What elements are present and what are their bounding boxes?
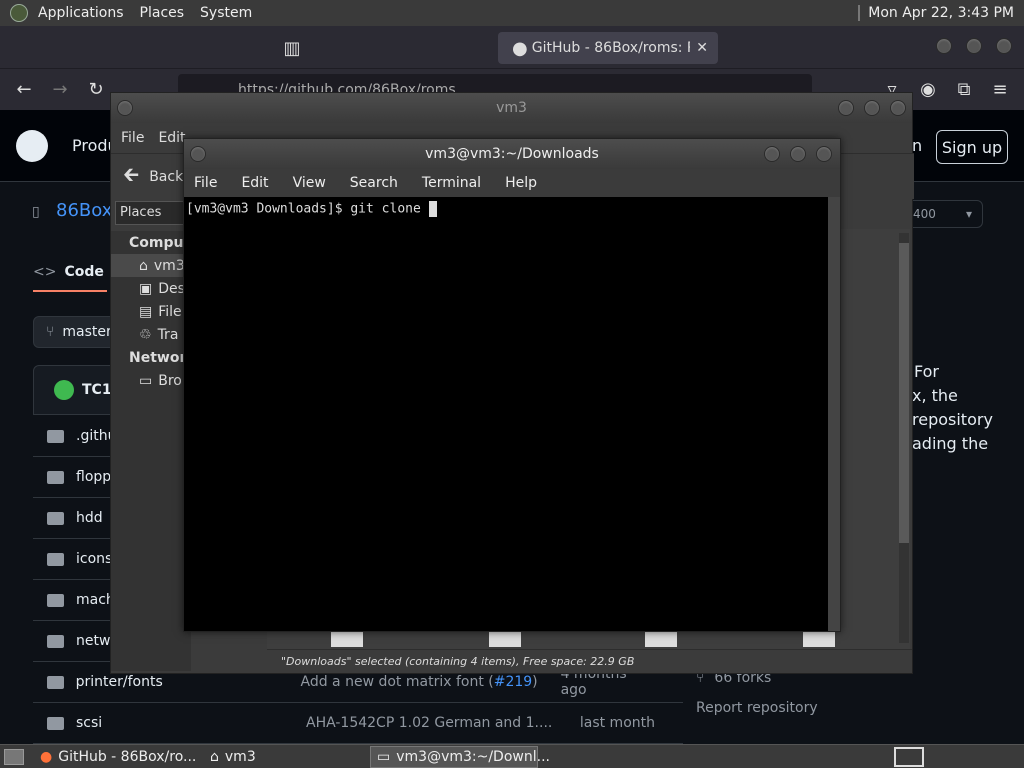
folder-icon <box>47 511 64 525</box>
scrollbar[interactable] <box>828 197 840 631</box>
reload-icon[interactable]: ↻ <box>84 79 108 100</box>
menu-file[interactable]: File <box>121 130 144 146</box>
distro-logo-icon[interactable] <box>10 4 28 22</box>
file-manager-titlebar[interactable]: vm3 <box>111 93 912 123</box>
maximize-icon[interactable] <box>966 38 982 54</box>
close-icon[interactable] <box>890 100 906 116</box>
tab-code[interactable]: <> Code <box>33 254 107 292</box>
workspace-switcher[interactable] <box>894 747 924 767</box>
taskbar-item-terminal[interactable]: ▭ vm3@vm3:~/Downl... <box>370 746 550 768</box>
drive-icon: ▤ <box>139 303 153 320</box>
list-item[interactable]: scsi AHA-1542CP 1.02 German and 1.... la… <box>33 703 683 744</box>
places-menu[interactable]: Places <box>132 5 193 21</box>
avatar <box>54 380 74 400</box>
account-icon[interactable]: ◉ <box>916 79 940 100</box>
folder-icon <box>47 552 64 566</box>
back-arrow-icon[interactable]: ← <box>12 79 36 100</box>
github-icon: ● <box>512 37 528 59</box>
folder-icon <box>47 675 64 689</box>
menu-edit[interactable]: Edit <box>241 175 268 191</box>
minimize-icon[interactable] <box>838 100 854 116</box>
scrollbar-thumb[interactable] <box>899 243 909 543</box>
folder-icon <box>47 429 64 443</box>
browser-tab-inactive[interactable]: ▥ <box>270 32 490 64</box>
sidebar-places-select[interactable]: Places <box>115 201 187 225</box>
code-icon: <> <box>33 264 57 280</box>
extensions-icon[interactable]: ⧉ <box>952 79 976 100</box>
menu-search[interactable]: Search <box>350 175 398 191</box>
chevron-down-icon: ▾ <box>965 207 972 221</box>
window-menu-icon[interactable] <box>117 100 133 116</box>
archive-icon: ▥ <box>283 37 301 59</box>
top-panel: Applications Places System Mon Apr 22, 3… <box>0 0 1024 26</box>
panel-separator <box>858 5 861 21</box>
maximize-icon[interactable] <box>790 146 806 162</box>
minimize-icon[interactable] <box>936 38 952 54</box>
desktop-icon: ▣ <box>139 280 153 297</box>
window-controls <box>936 38 1012 54</box>
system-menu[interactable]: System <box>192 5 260 21</box>
sidebar-item-home[interactable]: ⌂ vm3 <box>111 254 191 277</box>
network-icon: ▭ <box>139 372 153 389</box>
minimize-icon[interactable] <box>764 146 780 162</box>
sidebar-item-trash[interactable]: ♲ Tra <box>111 323 191 346</box>
back-arrow-icon[interactable]: 🡰 <box>123 160 139 194</box>
report-repository-link[interactable]: Report repository <box>696 700 818 716</box>
terminal-titlebar[interactable]: vm3@vm3:~/Downloads <box>184 139 840 169</box>
taskbar: ● GitHub - 86Box/ro... ⌂ vm3 ▭ vm3@vm3:~… <box>0 744 1024 768</box>
sign-up-button[interactable]: Sign up <box>936 130 1008 164</box>
terminal-output[interactable]: [vm3@vm3 Downloads]$ git clone <box>184 197 828 631</box>
close-icon[interactable] <box>816 146 832 162</box>
maximize-icon[interactable] <box>864 100 880 116</box>
close-icon[interactable] <box>996 38 1012 54</box>
terminal-window: vm3@vm3:~/Downloads File Edit View Searc… <box>183 138 841 632</box>
folder-icon <box>47 593 64 607</box>
sidebar-item-desktop[interactable]: ▣ Des <box>111 277 191 300</box>
menu-file[interactable]: File <box>194 175 217 191</box>
shell-prompt: [vm3@vm3 Downloads]$ git clone <box>186 201 429 217</box>
sidebar: Compute ⌂ vm3 ▣ Des ▤ File ♲ Tra Network ▭ Br… <box>111 231 200 671</box>
taskbar-item-firefox[interactable]: ● GitHub - 86Box/ro... <box>34 746 200 768</box>
browser-tab-bar: ▥ ● GitHub - 86Box/roms: ROM ✕ <box>0 26 1024 68</box>
folder-icon <box>47 470 64 484</box>
github-logo-icon[interactable] <box>16 130 48 162</box>
show-desktop-icon[interactable] <box>4 749 24 765</box>
browser-tab-github[interactable]: ● GitHub - 86Box/roms: ROM ✕ <box>498 32 718 64</box>
status-bar: "Downloads" selected (containing 4 items… <box>267 649 912 673</box>
menu-terminal[interactable]: Terminal <box>422 175 481 191</box>
branch-icon: ⑂ <box>46 324 55 340</box>
firefox-icon: ● <box>40 749 53 765</box>
terminal-icon: ▭ <box>377 749 391 765</box>
window-menu-icon[interactable] <box>190 146 206 162</box>
menu-view[interactable]: View <box>293 175 326 191</box>
sidebar-item-browse-network[interactable]: ▭ Bro <box>111 369 191 392</box>
repo-owner-link[interactable]: 86Box <box>56 200 112 221</box>
folder-icon: ⌂ <box>210 749 219 765</box>
close-tab-icon[interactable]: ✕ <box>696 40 708 56</box>
about-text: For x, the repository ading the <box>912 362 993 453</box>
sidebar-item-filesystem[interactable]: ▤ File <box>111 300 191 323</box>
folder-icon <box>47 634 64 648</box>
menu-icon[interactable]: ≡ <box>988 79 1012 100</box>
taskbar-item-file-manager[interactable]: ⌂ vm3 <box>204 746 368 768</box>
applications-menu[interactable]: Applications <box>30 5 132 21</box>
clock[interactable]: Mon Apr 22, 3:43 PM <box>868 5 1014 21</box>
forward-arrow-icon[interactable]: → <box>48 79 72 100</box>
menu-help[interactable]: Help <box>505 175 537 191</box>
menu-edit[interactable]: Edit <box>158 130 185 146</box>
scrollbar[interactable] <box>899 233 909 643</box>
terminal-menubar: File Edit View Search Terminal Help <box>184 169 840 197</box>
repo-icon: ▯ <box>32 204 40 220</box>
text-cursor <box>428 201 437 217</box>
folder-icon <box>47 716 64 730</box>
home-icon: ⌂ <box>139 257 148 274</box>
trash-icon: ♲ <box>139 326 152 343</box>
